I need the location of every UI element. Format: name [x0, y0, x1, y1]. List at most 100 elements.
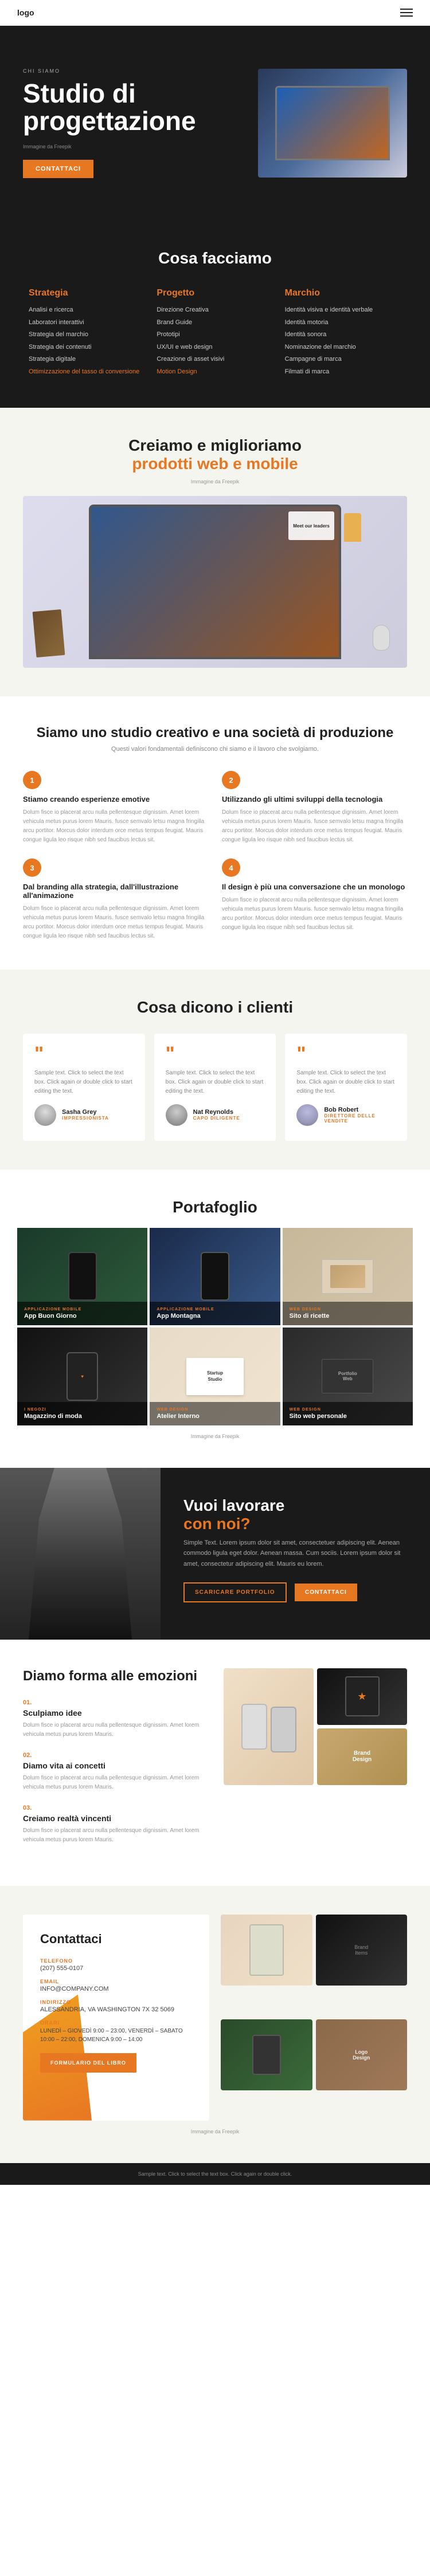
- lavora-portfolio-button[interactable]: SCARICARE PORTFOLIO: [183, 1582, 287, 1602]
- portfolio-name-1: App Buon Giorno: [24, 1313, 140, 1319]
- studio-section: Siamo uno studio creativo e una società …: [0, 696, 430, 970]
- nav-logo[interactable]: logo: [17, 8, 34, 17]
- hero-cta-button[interactable]: CONTATTACI: [23, 160, 93, 178]
- portfolio-name-5: Atelier Interno: [157, 1413, 273, 1420]
- footer-text: Sample text. Click to select the text bo…: [138, 2171, 292, 2177]
- studio-num-2: 2: [222, 771, 240, 789]
- lavora-contact-button[interactable]: CONTATTACI: [295, 1584, 357, 1601]
- portfolio-caption: Immagine da Freepik: [17, 1433, 413, 1439]
- creiamo-title: Creiamo e miglioriamo prodotti web e mob…: [23, 436, 407, 473]
- forma-right: ★ BrandDesign: [224, 1668, 407, 1785]
- progetto-list: Direzione Creativa Brand Guide Prototipi…: [157, 305, 273, 376]
- progetto-item-5: Creazione di asset visivi: [157, 355, 273, 364]
- studio-title-1: Stiamo creando esperienze emotive: [23, 795, 208, 803]
- hero-img-caption: Immagine da Freepik: [23, 144, 218, 149]
- clienti-section: Cosa dicono i clienti " Sample text. Cli…: [0, 970, 430, 1169]
- portfolio-item-1[interactable]: APPLICAZIONE MOBILE App Buon Giorno: [17, 1228, 147, 1325]
- contact-val-4: LUNEDÌ – GIOVEDÌ 9:00 – 23:00, VENERDÌ –…: [40, 2027, 192, 2044]
- cosa-col-marchio: Marchio Identità visiva e identità verba…: [285, 288, 401, 379]
- progetto-item-4: UX/UI e web design: [157, 342, 273, 352]
- lavora-title-highlight: con noi?: [183, 1515, 251, 1533]
- studio-subtitle: Questi valori fondamentali definiscono c…: [23, 746, 407, 753]
- contatti-img-1: [221, 1915, 312, 1986]
- forma-step-num-1: 01.: [23, 1699, 206, 1706]
- studio-num-4: 4: [222, 858, 240, 877]
- clienti-title: Cosa dicono i clienti: [23, 998, 407, 1017]
- contact-info-4: ORARI LUNEDÌ – GIOVEDÌ 9:00 – 23:00, VEN…: [40, 2020, 192, 2044]
- client-name-2: Nat Reynolds: [193, 1109, 240, 1116]
- contatti-content: Contattaci TELEFONO (207) 555-0107 EMAIL…: [40, 1932, 192, 2073]
- menu-line-3: [400, 15, 413, 17]
- marchio-item-3: Identità sonora: [285, 330, 401, 340]
- books-left: [33, 609, 65, 657]
- portfolio-tag-2: APPLICAZIONE MOBILE: [157, 1307, 273, 1311]
- client-card-1: " Sample text. Click to select the text …: [23, 1034, 145, 1141]
- contact-info-1: TELEFONO (207) 555-0107: [40, 1958, 192, 1972]
- forma-step-title-1: Sculpiamo idee: [23, 1708, 206, 1718]
- studio-title-2: Utilizzando gli ultimi sviluppi della te…: [222, 795, 407, 803]
- portfolio-tag-4: I NEGOZI: [24, 1408, 140, 1412]
- forma-section: Diamo forma alle emozioni 01. Sculpiamo …: [0, 1640, 430, 1886]
- client-role-1: IMPRESSIONISTA: [62, 1116, 109, 1121]
- strategia-item-1: Analisi e ricerca: [29, 305, 145, 315]
- strategia-item-4: Strategia dei contenuti: [29, 342, 145, 352]
- client-card-3: " Sample text. Click to select the text …: [285, 1034, 407, 1141]
- strategia-item-6: Ottimizzazione del tasso di conversione: [29, 367, 145, 377]
- portfolio-name-3: Sito di ricette: [290, 1313, 406, 1319]
- portfolio-overlay-1: APPLICAZIONE MOBILE App Buon Giorno: [17, 1302, 147, 1325]
- client-text-2: Sample text. Click to select the text bo…: [166, 1069, 265, 1096]
- hero-image-placeholder: [258, 69, 407, 178]
- contact-val-3: ALESSANDRIA, VA WASHINGTON 7X 32 5069: [40, 2006, 192, 2013]
- contatti-left: Contattaci TELEFONO (207) 555-0107 EMAIL…: [23, 1915, 209, 2121]
- portfolio-overlay-6: WEB DESIGN Sito web personale: [283, 1402, 413, 1425]
- nav-menu-button[interactable]: [400, 9, 413, 17]
- progetto-item-3: Prototipi: [157, 330, 273, 340]
- marchio-heading: Marchio: [285, 288, 401, 298]
- laptop-big: Meet our leaders: [89, 505, 341, 659]
- portfolio-name-2: App Montagna: [157, 1313, 273, 1319]
- cosa-col-strategia: Strategia Analisi e ricerca Laboratori i…: [29, 288, 145, 379]
- portfolio-item-4[interactable]: ♥ I NEGOZI Magazzino di moda: [17, 1328, 147, 1425]
- forma-step-text-2: Dolum fisce io placerat arcu nulla pelle…: [23, 1774, 206, 1792]
- contact-label-1: TELEFONO: [40, 1958, 192, 1964]
- forma-step-title-2: Diamo vita ai concetti: [23, 1761, 206, 1770]
- studio-grid: 1 Stiamo creando esperienze emotive Dolu…: [23, 771, 407, 941]
- portfolio-grid: APPLICAZIONE MOBILE App Buon Giorno APPL…: [17, 1228, 413, 1425]
- progetto-heading: Progetto: [157, 288, 273, 298]
- client-text-1: Sample text. Click to select the text bo…: [34, 1069, 134, 1096]
- cosa-facciamo-section: Cosa facciamo Strategia Analisi e ricerc…: [0, 220, 430, 408]
- marchio-item-4: Nominazione del marchio: [285, 342, 401, 352]
- contatti-img-2: BrandItems: [316, 1915, 408, 1986]
- portfolio-item-2[interactable]: APPLICAZIONE MOBILE App Montagna: [150, 1228, 280, 1325]
- progetto-item-2: Brand Guide: [157, 318, 273, 328]
- studio-title-3: Dal branding alla strategia, dall'illust…: [23, 883, 208, 900]
- laptop-display: [275, 86, 390, 160]
- forma-step-1: 01. Sculpiamo idee Dolum fisce io placer…: [23, 1699, 206, 1739]
- portfolio-item-6[interactable]: PortfolioWeb WEB DESIGN Sito web persona…: [283, 1328, 413, 1425]
- lavora-title-plain: Vuoi lavorare: [183, 1496, 284, 1514]
- avatar-3: [296, 1104, 318, 1126]
- forma-left: Diamo forma alle emozioni 01. Sculpiamo …: [23, 1668, 206, 1857]
- strategia-item-2: Laboratori interattivi: [29, 318, 145, 328]
- contatti-form-button[interactable]: FORMULARIO DEL LIBRO: [40, 2053, 136, 2073]
- creiamo-title-plain: Creiamo e miglioriamo: [128, 436, 302, 454]
- forma-step-num-2: 02.: [23, 1752, 206, 1759]
- contatti-title: Contattaci: [40, 1932, 192, 1947]
- hero-section: CHI SIAMO Studio di progettazione Immagi…: [0, 26, 430, 220]
- studio-title-4: Il design è più una conversazione che un…: [222, 883, 407, 891]
- strategia-heading: Strategia: [29, 288, 145, 298]
- progetto-item-1: Direzione Creativa: [157, 305, 273, 315]
- contact-label-3: INDIRIZZO: [40, 1999, 192, 2005]
- creiamo-title-highlight: prodotti web e mobile: [132, 455, 298, 472]
- creiamo-image: Meet our leaders: [23, 496, 407, 668]
- portfolio-item-5[interactable]: StartupStudio WEB DESIGN Atelier Interno: [150, 1328, 280, 1425]
- person-silhouette: [29, 1468, 132, 1640]
- forma-img-2: ★: [317, 1668, 407, 1725]
- portfolio-tag-1: APPLICAZIONE MOBILE: [24, 1307, 140, 1311]
- strategia-list: Analisi e ricerca Laboratori interattivi…: [29, 305, 145, 376]
- portfolio-item-3[interactable]: WEB DESIGN Sito di ricette: [283, 1228, 413, 1325]
- portfolio-tag-3: WEB DESIGN: [290, 1307, 406, 1311]
- contatti-img-caption: Immagine da Freepik: [23, 2129, 407, 2134]
- client-role-2: CAPO DILIGENTE: [193, 1116, 240, 1121]
- portfolio-name-6: Sito web personale: [290, 1413, 406, 1420]
